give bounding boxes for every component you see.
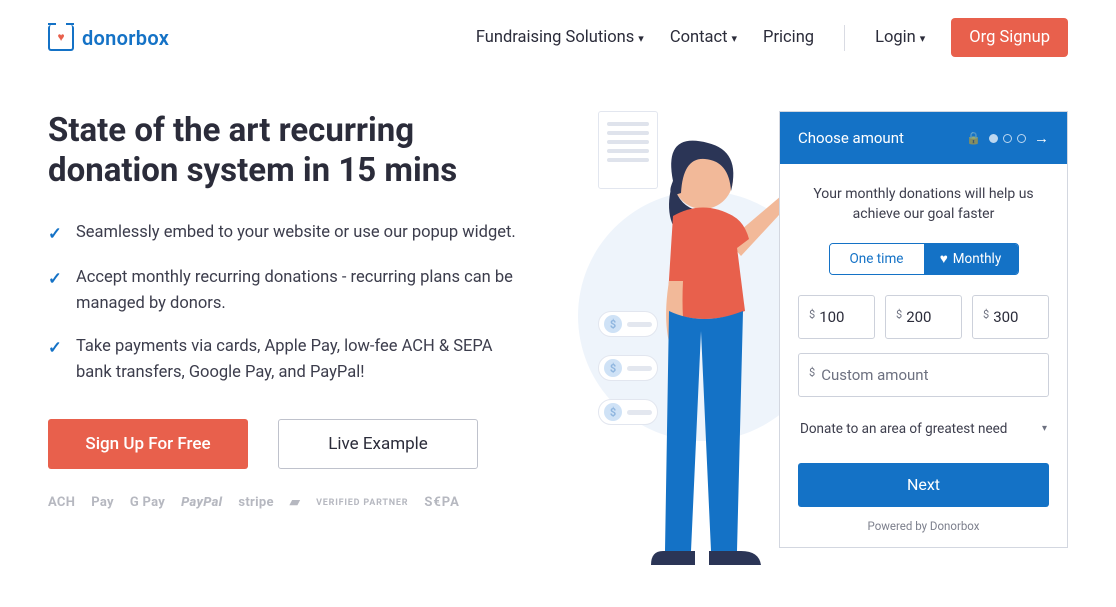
arrow-right-icon[interactable]: → [1034,129,1049,147]
amount-value: 100 [819,308,844,326]
logo-text: donorbox [82,26,169,50]
currency-symbol: $ [809,366,815,379]
google-pay-logo: G Pay [130,495,165,510]
partner-logos: ACH Pay G Pay PayPal stripe ▰ VERIFIED P… [48,495,518,510]
next-button[interactable]: Next [798,463,1049,507]
designation-label: Donate to an area of greatest need [800,421,1007,437]
org-signup-label: Org Signup [969,28,1050,47]
feature-text: Take payments via cards, Apple Pay, low-… [76,334,518,385]
next-label: Next [907,475,940,494]
apple-pay-logo: Pay [91,495,114,510]
amount-options: $ 100 $ 200 $ 300 [798,295,1049,339]
feature-text: Accept monthly recurring donations - rec… [76,265,518,316]
cta-row: Sign Up For Free Live Example [48,419,518,469]
frequency-monthly-label: Monthly [953,251,1001,267]
nav-contact-label: Contact [670,28,728,47]
hero-left: State of the art recurring donation syst… [48,111,518,510]
verified-partner-text: VERIFIED PARTNER [316,498,408,508]
header: ♥ donorbox Fundraising Solutions ▾ Conta… [0,0,1116,57]
hero-title: State of the art recurring donation syst… [48,111,518,192]
amount-value: 200 [906,308,931,326]
nav-contact[interactable]: Contact ▾ [670,28,737,47]
custom-amount-input[interactable]: $ Custom amount [798,353,1049,397]
currency-symbol: $ [896,308,902,321]
paypal-logo: PayPal [181,495,222,510]
signup-label: Sign Up For Free [85,434,210,454]
widget-message: Your monthly donations will help us achi… [798,184,1049,225]
nav-login-label: Login [875,28,916,47]
verified-badge-icon: ▰ [290,495,300,510]
chevron-down-icon: ▾ [732,32,738,45]
step-dot [1003,134,1012,143]
person-illustration [633,121,803,571]
check-icon: ✓ [48,222,64,248]
check-icon: ✓ [48,267,64,293]
step-dot [1017,134,1026,143]
feature-item: ✓ Seamlessly embed to your website or us… [48,220,518,248]
chevron-down-icon: ▾ [920,32,926,45]
step-dots [989,134,1026,143]
nav-fundraising-label: Fundraising Solutions [476,28,634,47]
lock-icon: 🔒 [966,131,981,145]
ach-logo: ACH [48,495,75,510]
powered-by: Powered by Donorbox [798,519,1049,533]
check-icon: ✓ [48,336,64,362]
frequency-onetime[interactable]: One time [830,244,924,274]
feature-item: ✓ Take payments via cards, Apple Pay, lo… [48,334,518,385]
logo-mark-icon: ♥ [48,25,74,51]
currency-symbol: $ [809,308,815,321]
chevron-down-icon: ▾ [638,32,644,45]
nav-divider [844,25,845,51]
currency-symbol: $ [983,308,989,321]
widget-body: Your monthly donations will help us achi… [780,164,1067,547]
logo[interactable]: ♥ donorbox [48,25,169,51]
designation-dropdown[interactable]: Donate to an area of greatest need ▾ [798,419,1049,447]
donation-widget: Choose amount 🔒 → Your monthly donations… [779,111,1068,548]
amount-option-200[interactable]: $ 200 [885,295,962,339]
signup-button[interactable]: Sign Up For Free [48,419,248,469]
main: State of the art recurring donation syst… [0,57,1116,510]
live-example-button[interactable]: Live Example [278,419,478,469]
amount-option-300[interactable]: $ 300 [972,295,1049,339]
nav-login[interactable]: Login ▾ [875,28,925,47]
amount-value: 300 [993,308,1018,326]
feature-item: ✓ Accept monthly recurring donations - r… [48,265,518,316]
nav-pricing[interactable]: Pricing [763,28,814,47]
heart-icon: ♥ [57,31,64,43]
frequency-toggle: One time ♥ Monthly [829,243,1019,275]
widget-title: Choose amount [798,129,904,147]
sepa-logo: S€PA [424,495,460,510]
widget-header: Choose amount 🔒 → [780,112,1067,164]
chevron-down-icon: ▾ [1042,423,1047,434]
frequency-monthly[interactable]: ♥ Monthly [924,244,1018,274]
feature-list: ✓ Seamlessly embed to your website or us… [48,220,518,386]
live-example-label: Live Example [328,434,428,454]
feature-text: Seamlessly embed to your website or use … [76,220,516,246]
frequency-onetime-label: One time [850,251,904,267]
main-nav: Fundraising Solutions ▾ Contact ▾ Pricin… [476,18,1068,57]
nav-fundraising[interactable]: Fundraising Solutions ▾ [476,28,644,47]
hero-right: $ $ $ Choose am [538,111,1068,510]
heart-icon: ♥ [940,251,948,267]
custom-amount-placeholder: Custom amount [821,366,928,384]
amount-option-100[interactable]: $ 100 [798,295,875,339]
nav-pricing-label: Pricing [763,28,814,47]
widget-steps: 🔒 → [966,129,1049,147]
step-dot-active [989,134,998,143]
org-signup-button[interactable]: Org Signup [951,18,1068,57]
stripe-logo: stripe [238,495,273,510]
